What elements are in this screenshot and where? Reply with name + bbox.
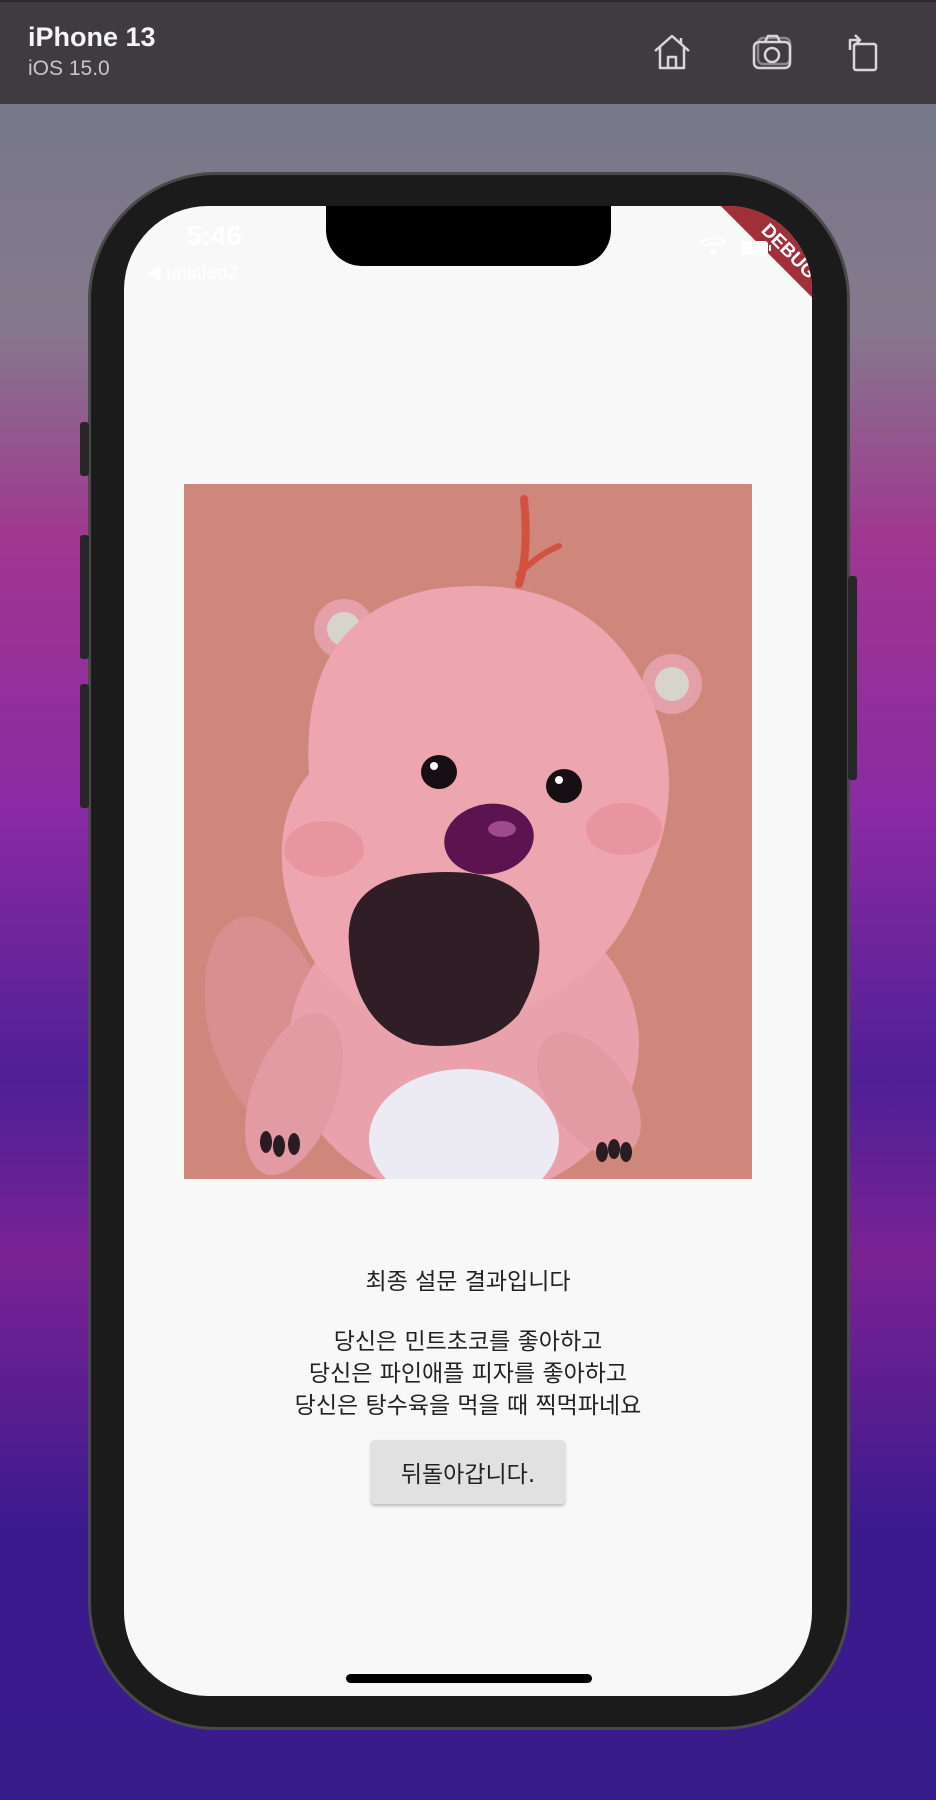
home-icon: [654, 34, 690, 70]
result-line-2: 당신은 파인애플 피자를 좋아하고: [308, 1361, 628, 1387]
result-line-1: 당신은 민트초코를 좋아하고: [333, 1329, 603, 1355]
result-title: 최종 설문 결과입니다: [365, 1269, 571, 1295]
beaver-illustration: [184, 484, 752, 1179]
volume-up-button: [80, 535, 89, 659]
go-back-button[interactable]: 뒤돌아갑니다.: [371, 1440, 565, 1504]
camera-icon: [752, 34, 792, 70]
wifi-icon: [700, 238, 726, 256]
result-image: [184, 484, 752, 1179]
mute-switch: [80, 422, 89, 476]
battery-icon: [741, 241, 771, 255]
home-button[interactable]: [650, 30, 694, 74]
volume-down-button: [80, 684, 89, 808]
back-to-app-link[interactable]: ◀ untitled2: [146, 262, 238, 285]
result-line-3: 당신은 탕수육을 먹을 때 찍먹파네요: [294, 1393, 642, 1419]
rotate-icon: [848, 34, 878, 72]
notch: [326, 206, 611, 266]
screenshot-button[interactable]: [750, 30, 794, 74]
result-text: 최종 설문 결과입니다 당신은 민트초코를 좋아하고 당신은 파인애플 피자를 …: [184, 1266, 752, 1422]
rotate-button[interactable]: [840, 30, 884, 74]
simulator-toolbar: iPhone 13 iOS 15.0: [0, 0, 936, 104]
power-button: [848, 576, 857, 780]
os-version: iOS 15.0: [28, 57, 110, 80]
status-time: 5:46: [186, 220, 243, 251]
device-name: iPhone 13: [28, 22, 156, 52]
home-indicator[interactable]: [346, 1674, 592, 1683]
